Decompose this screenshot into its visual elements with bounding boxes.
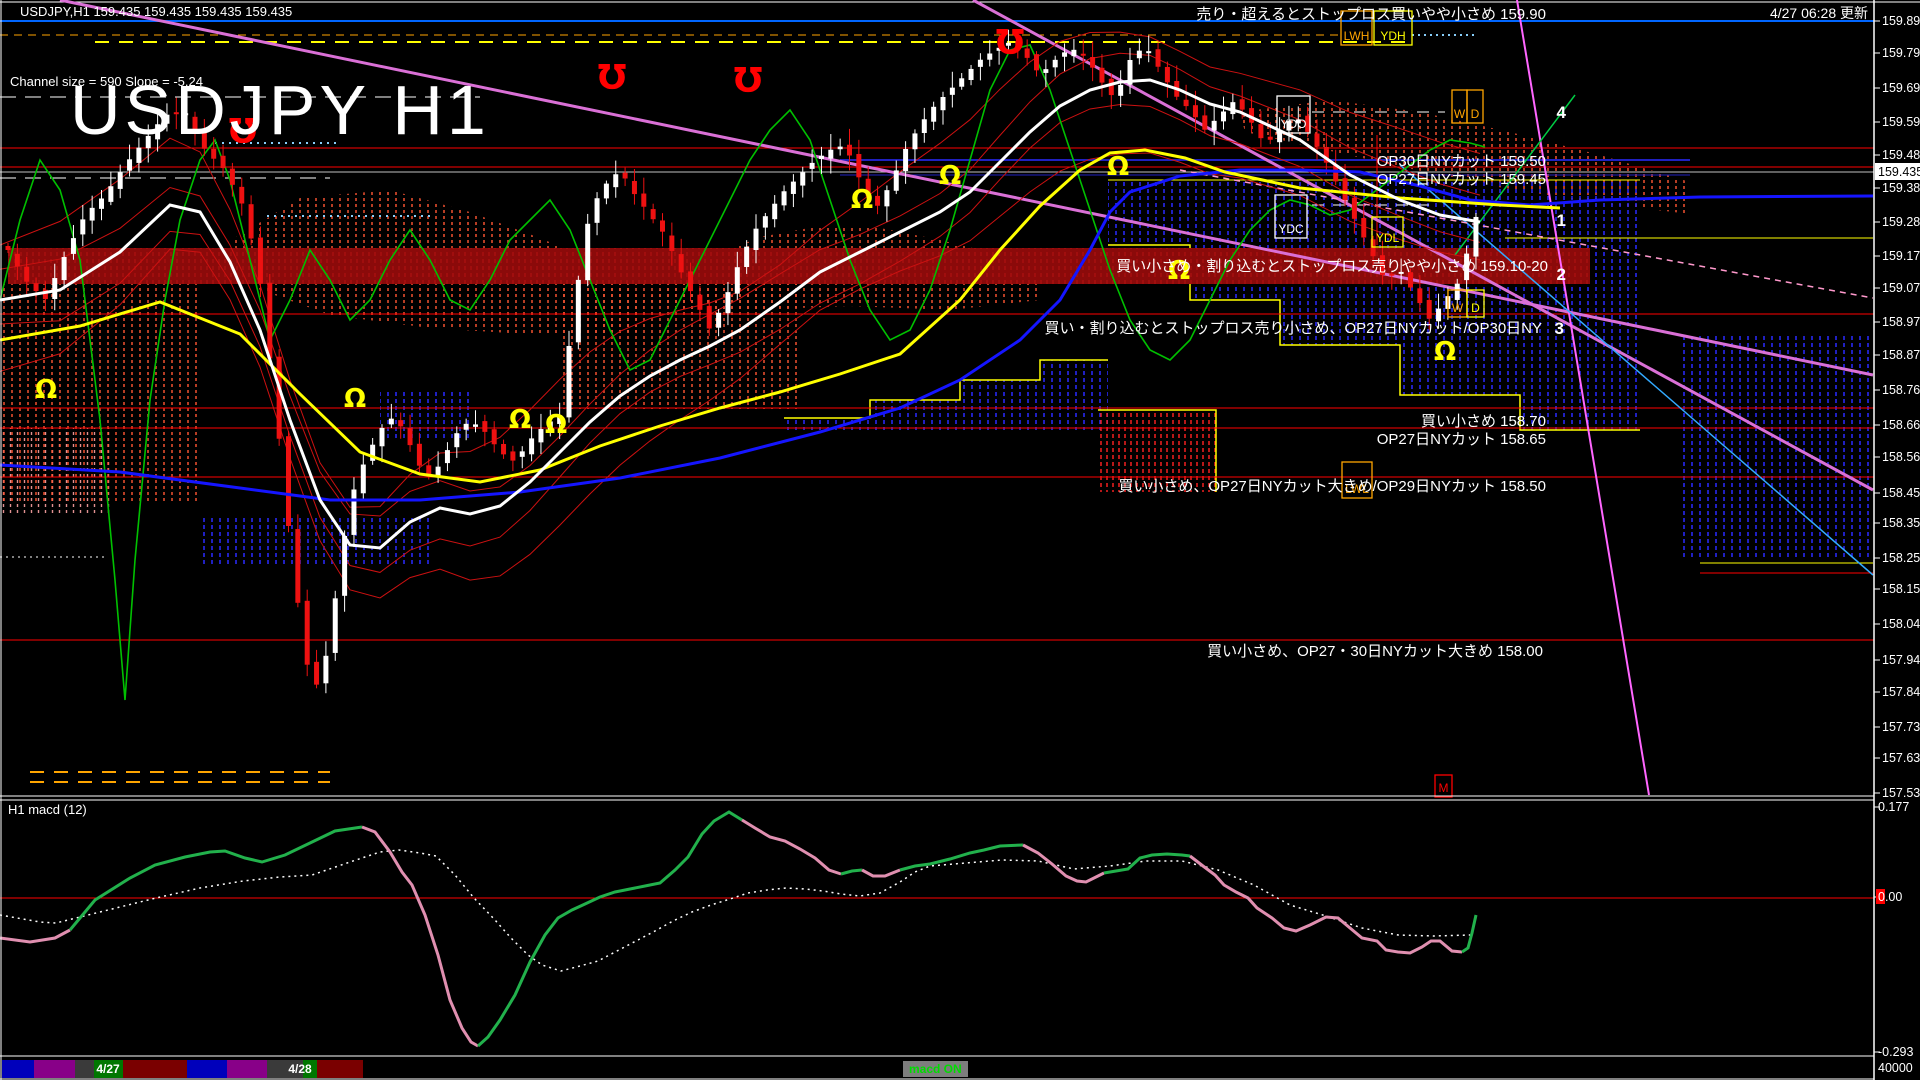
price-axis-label: 159.485 bbox=[1882, 148, 1920, 162]
chart-title-overlay: USDJPY,H1 159.435 159.435 159.435 159.43… bbox=[20, 4, 293, 19]
price-axis-label: 159.590 bbox=[1882, 115, 1920, 129]
note-annotation: 買い小さめ・割り込むとストップロス売りやや小さめ 159.10-20 bbox=[1116, 258, 1548, 275]
buy-signal-icon: Ω bbox=[35, 375, 57, 405]
sell-signal-icon: Ω bbox=[996, 20, 1025, 60]
price-axis-label: 157.840 bbox=[1882, 685, 1920, 699]
note-annotation: OP30日NYカット 159.50 bbox=[1377, 153, 1546, 170]
price-axis-label: 157.635 bbox=[1882, 751, 1920, 765]
timeline-segment[interactable] bbox=[227, 1060, 267, 1078]
price-axis-label: 158.045 bbox=[1882, 617, 1920, 631]
note-annotation: OP27日NYカット 159.45 bbox=[1377, 171, 1546, 188]
price-axis-label: 158.455 bbox=[1882, 486, 1920, 500]
macd-toggle-badge[interactable]: macd ON bbox=[903, 1061, 968, 1077]
level-box-label: D bbox=[1471, 301, 1480, 315]
wave-number: 3 bbox=[1555, 319, 1564, 338]
price-axis-label: 158.660 bbox=[1882, 418, 1920, 432]
buy-signal-icon: Ω bbox=[939, 161, 961, 191]
note-annotation: OP27日NYカット 158.65 bbox=[1377, 431, 1546, 448]
macd-line-down bbox=[1022, 843, 1105, 884]
wave-number: 2 bbox=[1557, 265, 1566, 284]
buy-signal-icon: Ω bbox=[1434, 337, 1456, 367]
timeline-segment[interactable] bbox=[123, 1060, 187, 1078]
price-axis-label: 159.280 bbox=[1882, 215, 1920, 229]
ichimoku-cloud bbox=[560, 284, 800, 409]
ichimoku-cloud bbox=[784, 360, 1108, 430]
price-axis-label: 159.690 bbox=[1882, 81, 1920, 95]
buy-signal-icon: Ω bbox=[509, 405, 531, 435]
buy-signal-icon: Ω bbox=[851, 185, 873, 215]
ichimoku-cloud bbox=[200, 515, 430, 566]
price-axis-label: 159.385 bbox=[1882, 181, 1920, 195]
price-axis-label: 158.250 bbox=[1882, 551, 1920, 565]
timeline-segment[interactable] bbox=[363, 1060, 1855, 1078]
macd-axis-label: -0.293 bbox=[1878, 1045, 1913, 1059]
price-axis-label: 159.175 bbox=[1882, 249, 1920, 263]
level-box-label: YDO bbox=[1280, 117, 1306, 131]
chart-canvas[interactable]: ΩΩ ΩΩΩ ΩΩ ΩΩΩ ΩΩΩLWH YDHYDOW DYDCYDLW DLWLMOP30… bbox=[0, 0, 1920, 1080]
macd-line-up bbox=[840, 868, 863, 876]
update-timestamp: 4/27 06:28 更新 bbox=[1769, 5, 1868, 21]
level-box-label: W bbox=[1452, 301, 1464, 315]
wave-number: 1 bbox=[1557, 211, 1566, 230]
macd-line-down bbox=[741, 818, 842, 876]
price-axis-label: 158.355 bbox=[1882, 516, 1920, 530]
macd-line-down bbox=[0, 928, 71, 944]
macd-line-up bbox=[1103, 852, 1191, 875]
note-annotation: 買い小さめ、OP27日NYカット大きめ/OP29日NYカット 158.50 bbox=[1118, 478, 1546, 495]
macd-line-up bbox=[1461, 914, 1478, 954]
macd-axis-label: 0.00 bbox=[1878, 890, 1902, 904]
level-box-label: W bbox=[1454, 107, 1466, 121]
macd-line-up bbox=[899, 843, 1024, 872]
timeline-segment[interactable] bbox=[34, 1060, 75, 1078]
price-axis-label: 158.970 bbox=[1882, 315, 1920, 329]
note-annotation: 買い・割り込むとストップロス売り小さめ、OP27日NYカット/OP30日NY bbox=[1044, 320, 1542, 337]
price-axis-label: 158.560 bbox=[1882, 450, 1920, 464]
price-axis-label: 159.895 bbox=[1882, 14, 1920, 28]
price-axis-label: 157.530 bbox=[1882, 786, 1920, 800]
volume-axis-label: 40000 bbox=[1878, 1061, 1913, 1075]
wave-number: 4 bbox=[1557, 103, 1567, 122]
price-axis-label: 158.150 bbox=[1882, 582, 1920, 596]
level-box-label: YDL bbox=[1376, 231, 1400, 245]
mt4-chart-window: Ω Ω Ω Ω Ω Ω Ω Ω Ω Ω Ω Ω Ω LWH YDH YDO W D YDC YDL W D LWL M OP30… bbox=[0, 0, 1920, 1080]
level-box-label: LWH bbox=[1344, 29, 1370, 43]
buy-signal-icon: Ω bbox=[1107, 152, 1129, 182]
timeline-date-label: 4/28 bbox=[288, 1062, 312, 1076]
macd-line-up bbox=[68, 825, 363, 931]
top-resistance-note: 売り・超えるとストップロス買いやや小さめ 159.90 bbox=[1196, 6, 1546, 23]
level-box-label: D bbox=[1471, 107, 1480, 121]
note-annotation: 買い小さめ 158.70 bbox=[1421, 413, 1546, 430]
level-box-label: YDC bbox=[1278, 222, 1304, 236]
timeline-segment[interactable] bbox=[187, 1060, 227, 1078]
price-axis-label: 159.795 bbox=[1882, 46, 1920, 60]
buy-signal-icon: Ω bbox=[545, 410, 567, 440]
symbol-watermark: USDJPY H1 bbox=[70, 71, 490, 149]
price-axis-label: 157.940 bbox=[1882, 653, 1920, 667]
current-price-label: 159.435 bbox=[1878, 165, 1920, 179]
price-axis-label: 157.735 bbox=[1882, 720, 1920, 734]
macd-line-down bbox=[361, 825, 479, 1048]
timeline-date-label: 4/27 bbox=[96, 1062, 120, 1076]
macd-axis-label: 0.177 bbox=[1878, 800, 1909, 814]
buy-signal-icon: Ω bbox=[344, 384, 366, 414]
macd-indicator-label: H1 macd (12) bbox=[8, 802, 87, 817]
macd-line-up bbox=[476, 810, 743, 1048]
sell-signal-icon: Ω bbox=[598, 55, 627, 95]
price-axis-label: 158.870 bbox=[1882, 348, 1920, 362]
level-box-label: YDH bbox=[1380, 29, 1405, 43]
price-axis-label: 158.765 bbox=[1882, 383, 1920, 397]
sell-signal-icon: Ω bbox=[734, 58, 763, 98]
timeline-segment[interactable] bbox=[75, 1060, 94, 1078]
macd-line-down bbox=[1189, 854, 1463, 955]
level-box-label: M bbox=[1439, 781, 1449, 795]
note-annotation: 買い小さめ、OP27・30日NYカット大きめ 158.00 bbox=[1207, 643, 1543, 660]
macd-line-down bbox=[861, 868, 901, 878]
price-axis-label: 159.075 bbox=[1882, 281, 1920, 295]
timeline-segment[interactable] bbox=[317, 1060, 363, 1078]
macd-signal-line bbox=[0, 849, 1471, 972]
timeline-segment[interactable] bbox=[2, 1060, 34, 1078]
